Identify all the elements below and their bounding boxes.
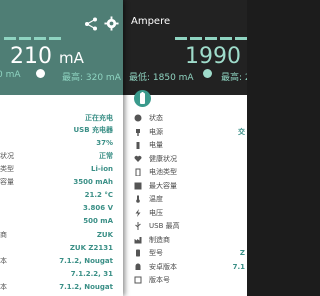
min-reading: 0 mA: [0, 70, 21, 80]
battery-icon: [136, 142, 140, 149]
info-row-label: USB 最高: [149, 222, 180, 230]
battery-fab[interactable]: [134, 90, 151, 107]
charge-progress-dashes: [4, 37, 84, 40]
right-app-screen: Ampere 1990 mA 最低: 1850 mA 最高: 2 状态电源 交电量…: [123, 0, 247, 296]
info-row-label: 型号: [149, 249, 163, 257]
voltage-value: 3.806 V: [83, 204, 113, 212]
thermometer-icon: [136, 195, 140, 203]
android-icon: [135, 263, 141, 270]
current-reading: 210 mA: [10, 44, 84, 69]
type-label: 类型: [0, 165, 14, 173]
info-row-label: 制造商: [149, 235, 170, 244]
info-row-label: 电源: [149, 127, 163, 136]
version-icon: [134, 276, 142, 284]
info-row-label: 版本号: [149, 276, 170, 284]
type-value: Li-ion: [91, 165, 113, 173]
left-app-screen: 210 mA 0 mA 最高: 320 mA 正在充电 USB 充电器 37% …: [0, 0, 123, 296]
battery-icon: [140, 92, 145, 104]
model-value: ZUK Z2131: [69, 244, 113, 252]
temperature-value: 21.2 °C: [84, 191, 113, 199]
reset-icon[interactable]: [36, 69, 45, 78]
capacity-value: 3500 mAh: [73, 178, 113, 186]
max-reading: 最高: 2: [221, 73, 247, 83]
settings-gear-icon[interactable]: [104, 16, 119, 31]
info-row-value: 7.1: [232, 262, 245, 271]
manufacturer-label: 商: [0, 231, 7, 239]
build-value: 7.1.2.2, 31: [70, 270, 113, 278]
info-row-label: 安卓版本: [149, 262, 177, 271]
power-value: USB 充电器: [73, 126, 114, 134]
charge-progress-dashes: [175, 37, 247, 40]
share-icon[interactable]: [84, 17, 98, 31]
health-label: 状况: [0, 152, 14, 160]
factory-icon: [134, 236, 142, 243]
status-value: 正在充电: [85, 114, 113, 122]
phone-icon: [136, 249, 140, 257]
android-label: 本: [0, 257, 7, 265]
max-reading: 最高: 320 mA: [62, 73, 121, 83]
reset-icon[interactable]: [203, 69, 212, 78]
capacity-label: 容量: [0, 178, 14, 186]
info-row-label: 电量: [149, 141, 163, 149]
plug-icon: [136, 128, 140, 136]
usb-max-value: 500 mA: [83, 217, 113, 225]
level-value: 37%: [96, 139, 113, 147]
version-label: 本: [0, 283, 7, 291]
right-header: Ampere 1990 mA 最低: 1850 mA 最高: 2: [123, 0, 247, 95]
info-row-label: 最大容量: [149, 181, 177, 190]
info-row-label: 电压: [149, 208, 163, 217]
version-value: 7.1.2, Nougat: [59, 283, 113, 291]
app-title: Ampere: [131, 16, 171, 27]
manufacturer-value: ZUK: [96, 231, 113, 239]
heart-icon: [134, 155, 142, 162]
info-row-label: 状态: [149, 114, 163, 122]
min-reading: 最低: 1850 mA: [129, 73, 194, 83]
capacity-icon: [134, 182, 142, 189]
health-value: 正常: [99, 152, 113, 160]
android-value: 7.1.2, Nougat: [59, 257, 113, 265]
info-row-label: 健康状况: [149, 154, 177, 163]
info-row-label: 电池类型: [149, 168, 177, 176]
bolt-icon: [135, 208, 141, 217]
info-row-value: Z: [239, 249, 245, 257]
battery-type-icon: [135, 168, 141, 176]
info-row-value: 交: [238, 127, 245, 136]
info-icon: [134, 114, 142, 122]
left-header: 210 mA 0 mA 最高: 320 mA: [0, 0, 123, 95]
current-reading: 1990 mA: [185, 44, 241, 69]
usb-icon: [135, 222, 141, 230]
info-row-label: 温度: [149, 195, 163, 203]
